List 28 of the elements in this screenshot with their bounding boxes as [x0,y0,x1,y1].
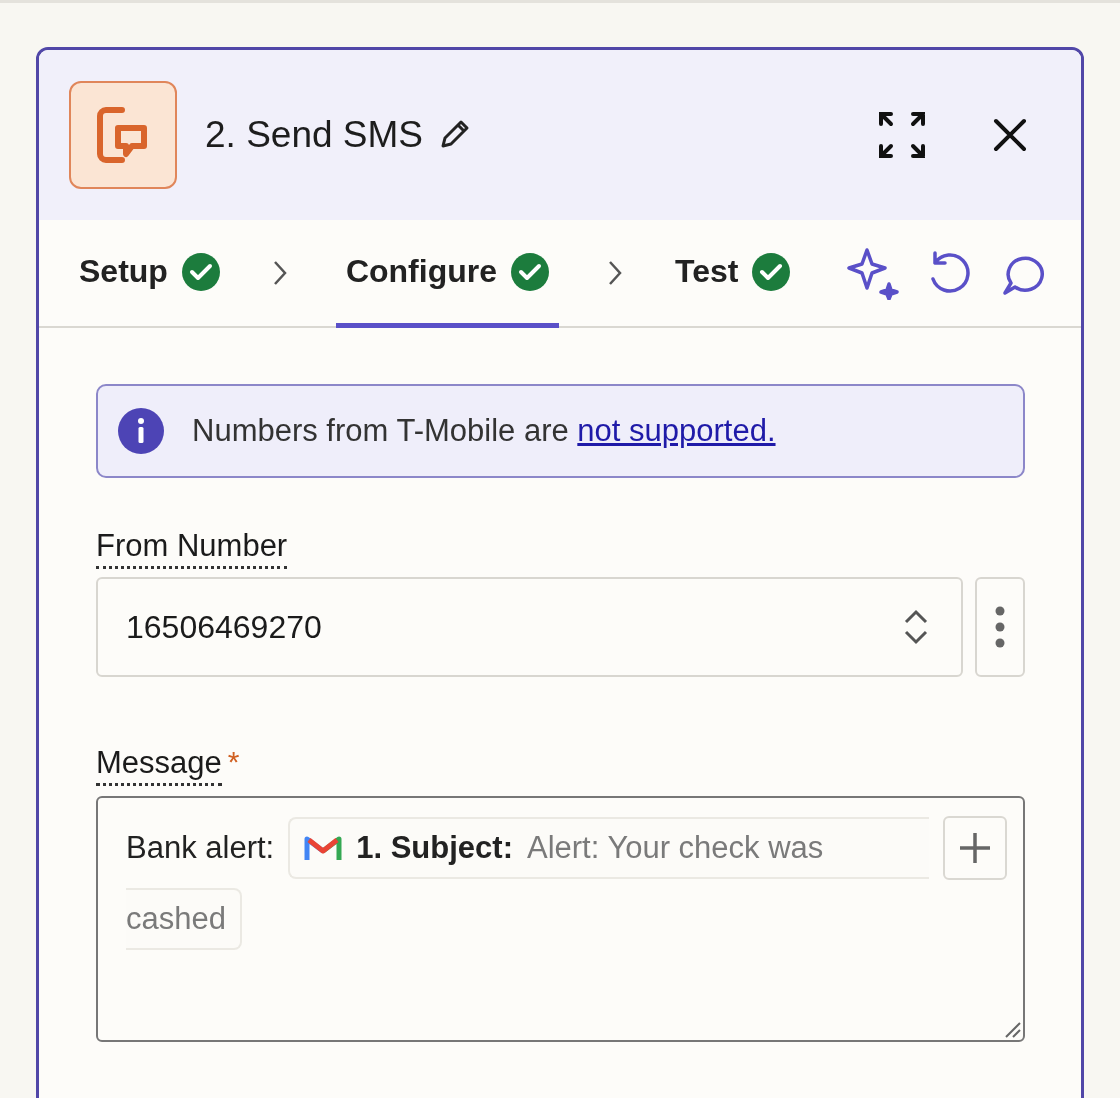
info-icon [118,408,164,454]
step-tab[interactable]: Test [671,220,795,328]
subject-token[interactable]: 1. Subject: Alert: Your check was [288,817,929,879]
plus-icon [958,831,992,865]
sparkle-icon[interactable] [845,246,899,300]
field-label: Message [96,745,222,786]
message-field[interactable]: Bank alert: 1. Subject: Alert: Your check was cashed [96,796,1025,1042]
more-icon [994,605,1006,649]
message-text: Bank alert: [126,830,275,866]
step-tab[interactable]: Setup [75,220,224,328]
chevron-icon [271,259,288,287]
expand-icon[interactable] [877,110,927,160]
resize-grip-icon[interactable] [1003,1020,1021,1038]
not-supported-link[interactable]: not supported. [577,413,776,448]
mail-logo-icon [304,834,343,862]
info-message: Numbers from T-Mobile are not supported. [192,413,776,449]
step-title: 2. Send SMS [205,114,423,156]
chevron-icon [607,259,623,287]
subject-token[interactable]: cashed [126,888,242,950]
add-button[interactable] [943,816,1007,880]
step-tab[interactable]: Configure [335,220,559,328]
from-number-select[interactable]: 16506469270 [96,577,963,677]
more-options-button[interactable] [975,577,1025,677]
field-label: From Number [96,528,288,569]
close-icon[interactable] [993,118,1027,152]
updown-icon [903,608,929,646]
sms-app-icon [69,81,177,189]
required-mark: * [227,745,240,779]
